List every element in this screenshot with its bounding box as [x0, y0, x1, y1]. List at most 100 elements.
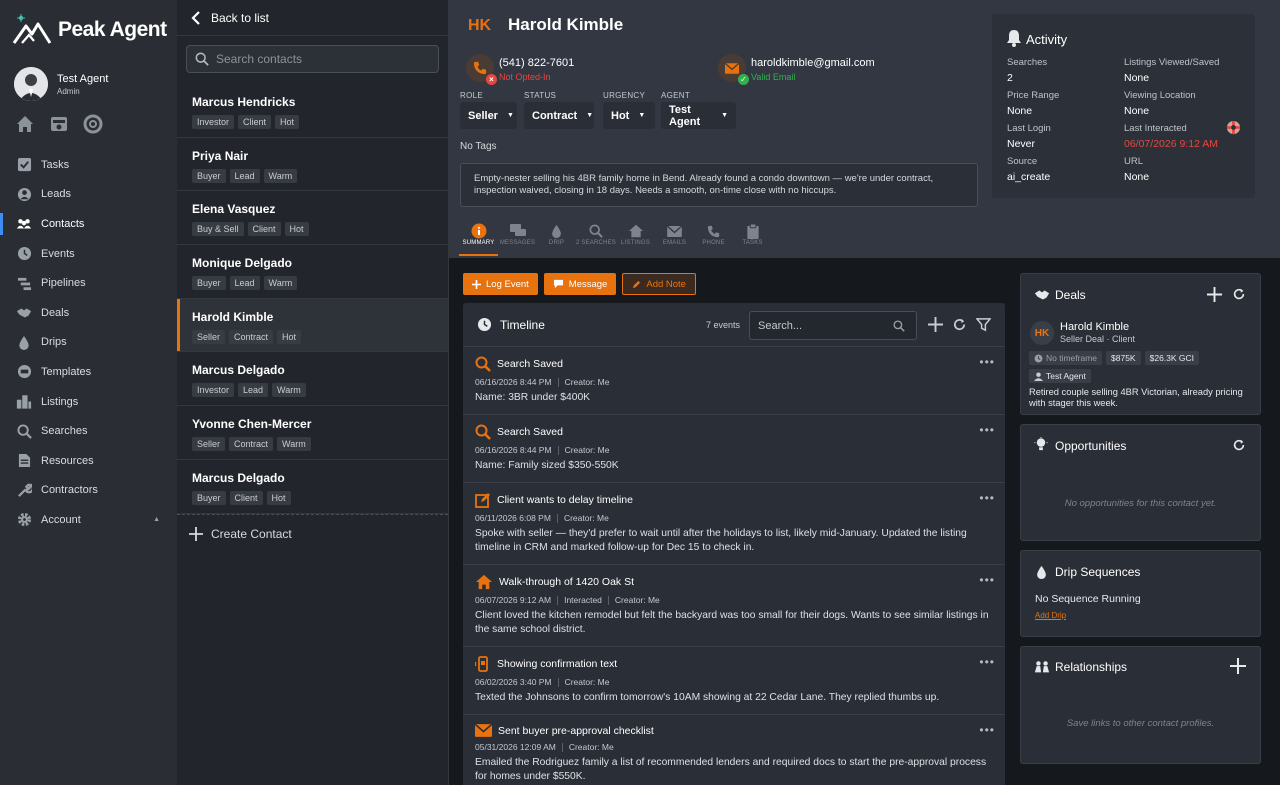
nav-item-contractors[interactable]: Contractors [0, 476, 177, 506]
user-avatar-icon [14, 67, 48, 101]
contact-search-input[interactable] [216, 52, 416, 66]
phone-icon [473, 61, 487, 75]
plus-icon [189, 526, 203, 541]
tab-tasks[interactable]: TASKS [733, 218, 772, 256]
support-icon[interactable] [83, 114, 103, 134]
log-event-button[interactable]: Log Event [463, 273, 538, 295]
nav-label: Contacts [41, 217, 85, 230]
caret-down-icon: ▼ [586, 112, 594, 119]
nav-item-leads[interactable]: Leads [0, 180, 177, 210]
role-label: ROLE [460, 91, 483, 100]
tab-summary[interactable]: SUMMARY [459, 218, 498, 256]
activity-value: None [1124, 171, 1150, 183]
urgency-dropdown[interactable]: Hot ▼ [603, 102, 655, 129]
add-relationship-icon[interactable] [1230, 658, 1246, 674]
activity-label: Searches [1007, 57, 1048, 68]
refresh-icon[interactable] [1232, 287, 1246, 301]
nav-item-events[interactable]: Events [0, 239, 177, 269]
entry-body: Name: 3BR under $400K [475, 392, 591, 403]
contact-list-item[interactable]: Yvonne Chen-Mercer Seller Contract Warm [177, 406, 448, 460]
deals-title: Deals [1055, 288, 1086, 302]
timeline-entry[interactable]: Search Saved 06/16/2026 8:44 PM Creator: … [463, 347, 1005, 415]
mail-icon [725, 62, 739, 74]
activity-item-source: Source ai_create [1007, 156, 1127, 183]
more-options-icon[interactable]: ••• [979, 573, 995, 587]
home-icon[interactable] [15, 114, 35, 134]
contact-name: Marcus Delgado [192, 363, 285, 378]
create-contact-button[interactable]: Create Contact [177, 514, 448, 552]
nav-item-drips[interactable]: Drips [0, 328, 177, 358]
user-profile[interactable]: Test Agent Admin [14, 67, 108, 101]
drip-status: No Sequence Running [1035, 593, 1141, 605]
tag-badge: Buy & Sell [192, 222, 244, 237]
deal-contact-name[interactable]: Harold Kimble [1060, 321, 1129, 333]
agent-dropdown[interactable]: Test Agent ▼ [661, 102, 736, 129]
refresh-icon[interactable] [952, 317, 967, 332]
contact-tags: Buyer Client Hot [192, 490, 448, 505]
email-info[interactable]: ✓ haroldkimble@gmail.com Valid Email [718, 54, 876, 85]
role-dropdown[interactable]: Seller ▼ [460, 102, 517, 129]
timeline-entry[interactable]: Sent buyer pre-approval checklist 05/31/… [463, 715, 1005, 785]
message-button[interactable]: Message [543, 273, 617, 295]
app-window: Peak Agent Test Agent Admin Tasks Leads … [0, 0, 1280, 785]
contact-list-item[interactable]: Monique Delgado Buyer Lead Warm [177, 245, 448, 299]
add-note-button[interactable]: Add Note [622, 273, 696, 295]
gci-chip: $26.3K GCI [1144, 351, 1200, 365]
more-options-icon[interactable]: ••• [979, 723, 995, 737]
activity-value: Never [1007, 138, 1036, 150]
tab-listings[interactable]: LISTINGS [616, 218, 655, 256]
more-options-icon[interactable]: ••• [979, 655, 995, 669]
add-deal-icon[interactable] [1207, 287, 1222, 302]
nav-item-pipelines[interactable]: Pipelines [0, 268, 177, 298]
back-to-list-button[interactable]: Back to list [177, 0, 448, 36]
contact-list-item[interactable]: Marcus Delgado Buyer Client Hot [177, 460, 448, 514]
nav-item-searches[interactable]: Searches [0, 416, 177, 446]
relationships-card: Relationships Save links to other contac… [1020, 646, 1261, 764]
contact-list-item[interactable]: Marcus Delgado Investor Lead Warm [177, 352, 448, 407]
nav-item-resources[interactable]: Resources [0, 446, 177, 476]
contact-items: Marcus Hendricks Investor Client Hot Pri… [177, 84, 448, 514]
activity-value: None [1007, 105, 1033, 117]
filter-icon[interactable] [976, 317, 991, 332]
add-drip-link[interactable]: Add Drip [1035, 611, 1066, 620]
clock-icon [1034, 354, 1043, 362]
status-dropdown[interactable]: Contract ▼ [524, 102, 594, 129]
timeline-entry[interactable]: Search Saved 06/16/2026 8:44 PM Creator: … [463, 415, 1005, 483]
phone-info[interactable]: × (541) 822-7601 Not Opted-In [466, 54, 574, 85]
tab-phone[interactable]: PHONE [694, 218, 733, 256]
refresh-icon[interactable] [1232, 438, 1246, 452]
nav-item-account[interactable]: Account ▲ [0, 505, 177, 535]
inbox-icon[interactable] [49, 114, 69, 134]
contact-list-item-selected[interactable]: Harold Kimble Seller Contract Hot [177, 298, 448, 353]
contact-list-item[interactable]: Elena Vasquez Buy & Sell Client Hot [177, 191, 448, 246]
contact-list-item[interactable]: Marcus Hendricks Investor Client Hot [177, 84, 448, 138]
nav-item-templates[interactable]: Templates [0, 357, 177, 387]
nav-item-contacts[interactable]: Contacts [0, 209, 177, 239]
lifebuoy-icon[interactable] [1226, 120, 1241, 135]
template-icon [16, 364, 32, 380]
tab-messages[interactable]: MESSAGES [498, 218, 537, 256]
timeline-entry[interactable]: Showing confirmation text 06/02/2026 3:4… [463, 647, 1005, 715]
person-icon [1034, 371, 1043, 381]
tab-emails[interactable]: EMAILS [655, 218, 694, 256]
timeline-search-input[interactable] [758, 319, 893, 332]
nav-item-deals[interactable]: Deals [0, 298, 177, 328]
timeline-panel: Timeline 7 events Search Saved 06/16/20 [463, 303, 1005, 785]
tab-drip[interactable]: DRIP [537, 218, 576, 256]
caret-down-icon: ▼ [721, 112, 728, 119]
more-options-icon[interactable]: ••• [979, 423, 995, 437]
tab-searches[interactable]: 2 SEARCHES [576, 218, 616, 256]
tag-badge: Seller [192, 329, 226, 344]
nav-item-listings[interactable]: Listings [0, 387, 177, 417]
brand-logo[interactable]: Peak Agent [12, 14, 167, 46]
nav-item-tasks[interactable]: Tasks [0, 150, 177, 180]
status-label: STATUS [524, 91, 557, 100]
timeline-entry[interactable]: Client wants to delay timeline 06/11/202… [463, 483, 1005, 565]
agent-label: AGENT [661, 91, 691, 100]
more-options-icon[interactable]: ••• [979, 355, 995, 369]
email-status: Valid Email [751, 72, 796, 82]
add-event-icon[interactable] [928, 317, 943, 332]
more-options-icon[interactable]: ••• [979, 491, 995, 505]
timeline-entry[interactable]: Walk-through of 1420 Oak St 06/07/2026 9… [463, 565, 1005, 647]
contact-list-item[interactable]: Priya Nair Buyer Lead Warm [177, 138, 448, 192]
